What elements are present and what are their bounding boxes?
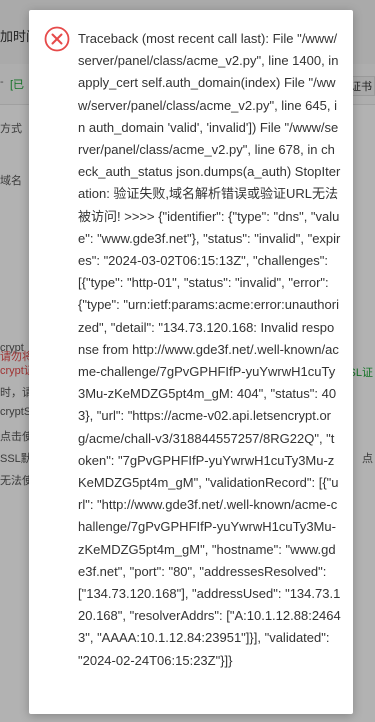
error-circle-x-icon <box>44 26 70 52</box>
page: 加时间 - [已 证书 方式 域名 请勿将S crypt crypt证 时，请确… <box>0 0 375 722</box>
error-message: Traceback (most recent call last): File … <box>78 31 341 668</box>
error-dialog: Traceback (most recent call last): File … <box>29 10 353 714</box>
